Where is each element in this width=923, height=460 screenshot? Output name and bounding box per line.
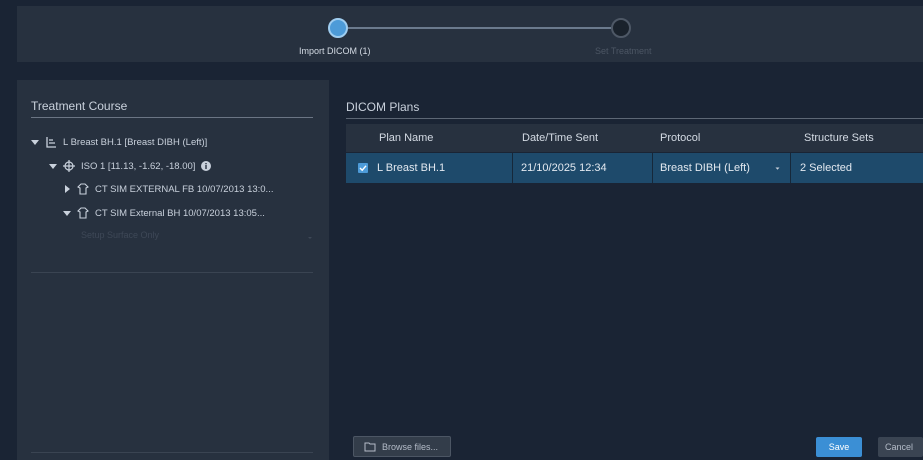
course-icon <box>46 137 56 148</box>
treatment-course-panel: Treatment Course L Breast BH.1 [Breast D… <box>17 80 329 460</box>
setup-surface-select: Setup Surface Only <box>81 230 313 246</box>
row-checkbox[interactable] <box>358 153 368 183</box>
tree-structure-item-bh[interactable]: CT SIM External BH 10/07/2013 13:05... <box>63 207 265 219</box>
stepper-progress-line <box>348 27 611 29</box>
cell-separator <box>790 153 791 183</box>
save-button[interactable]: Save <box>816 437 862 457</box>
step-import-dicom-label[interactable]: Import DICOM (1) <box>299 46 371 56</box>
treatment-course-underline <box>31 117 313 118</box>
cell-plan-name: L Breast BH.1 <box>377 162 446 174</box>
isocenter-icon <box>63 160 75 172</box>
tree-divider <box>31 272 313 273</box>
structure-sets-value: 2 Selected <box>800 162 852 174</box>
browse-files-button[interactable]: Browse files... <box>353 436 451 457</box>
table-row[interactable]: L Breast BH.1 21/10/2025 12:34 Breast DI… <box>346 153 923 183</box>
bottom-divider <box>31 452 313 453</box>
dicom-plans-underline <box>346 118 923 119</box>
checkbox-checked-icon[interactable] <box>358 163 368 173</box>
cell-date-sent: 21/10/2025 12:34 <box>521 162 607 174</box>
treatment-course-title: Treatment Course <box>31 99 128 113</box>
cell-separator <box>652 153 653 183</box>
plans-table-header: Plan Name Date/Time Sent Protocol Struct… <box>346 124 923 152</box>
browse-files-label: Browse files... <box>382 441 439 452</box>
step-set-treatment-indicator[interactable] <box>611 18 631 38</box>
dicom-plans-title: DICOM Plans <box>346 100 420 114</box>
column-header-protocol[interactable]: Protocol <box>660 132 700 144</box>
dropdown-arrow-icon <box>308 237 312 239</box>
structure-sets-select[interactable]: 2 Selected <box>800 153 852 183</box>
caret-down-icon[interactable] <box>63 209 71 217</box>
dropdown-arrow-icon[interactable] <box>775 153 780 183</box>
caret-down-icon[interactable] <box>31 138 39 146</box>
dicom-plans-panel: DICOM Plans Plan Name Date/Time Sent Pro… <box>346 100 923 460</box>
structure-set-icon <box>77 183 89 195</box>
caret-down-icon[interactable] <box>49 162 57 170</box>
step-import-dicom-indicator[interactable] <box>328 18 348 38</box>
protocol-select[interactable]: Breast DIBH (Left) <box>660 153 750 183</box>
cell-separator <box>512 153 513 183</box>
structure-label: CT SIM EXTERNAL FB 10/07/2013 13:0... <box>95 183 274 195</box>
structure-label: CT SIM External BH 10/07/2013 13:05... <box>95 207 265 219</box>
folder-icon <box>364 442 376 451</box>
protocol-value: Breast DIBH (Left) <box>660 162 750 174</box>
cancel-button[interactable]: Cancel <box>878 437 923 457</box>
tree-structure-item-fb[interactable]: CT SIM EXTERNAL FB 10/07/2013 13:0... <box>63 183 273 195</box>
step-set-treatment-label[interactable]: Set Treatment <box>595 46 652 56</box>
tree-course-item[interactable]: L Breast BH.1 [Breast DIBH (Left)] <box>31 136 207 148</box>
iso-label: ISO 1 [11.13, -1.62, -18.00] <box>81 160 196 172</box>
structure-set-icon <box>77 207 89 219</box>
stepper: Import DICOM (1) Set Treatment <box>17 6 923 62</box>
info-icon[interactable] <box>201 161 212 171</box>
course-label: L Breast BH.1 [Breast DIBH (Left)] <box>63 136 208 148</box>
column-header-plan-name[interactable]: Plan Name <box>379 132 433 144</box>
column-header-structure-sets[interactable]: Structure Sets <box>804 132 874 144</box>
tree-iso-item[interactable]: ISO 1 [11.13, -1.62, -18.00] <box>49 160 212 172</box>
caret-right-icon[interactable] <box>63 185 71 193</box>
column-header-date-sent[interactable]: Date/Time Sent <box>522 132 598 144</box>
setup-surface-value: Setup Surface Only <box>81 230 160 240</box>
